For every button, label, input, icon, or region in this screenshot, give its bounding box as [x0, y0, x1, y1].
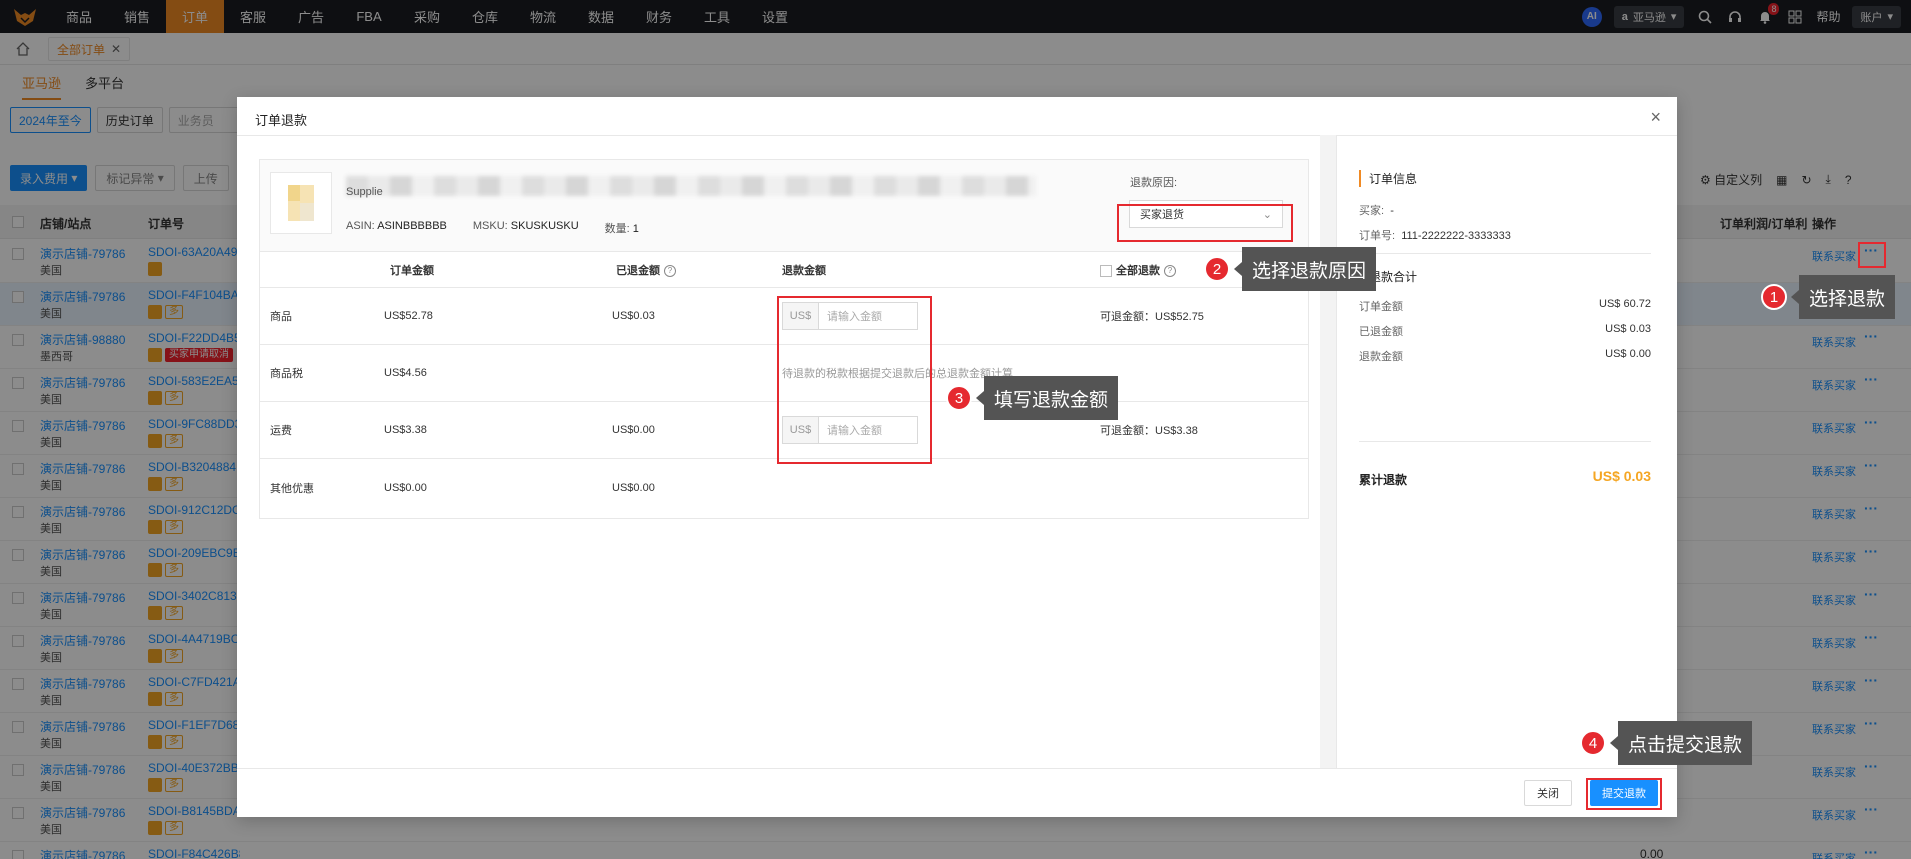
- asin-label: ASIN:: [346, 220, 375, 232]
- summary-value: US$ 60.72: [1599, 298, 1651, 310]
- annotation-4: 4 点击提交退款: [1580, 721, 1753, 765]
- question-icon: ?: [1164, 264, 1176, 277]
- annotation-label: 点击提交退款: [1609, 721, 1753, 765]
- summary-value: US$ 0.03: [1605, 323, 1651, 335]
- buyer-value: -: [1390, 205, 1394, 217]
- modal-footer: 关闭 提交退款: [237, 768, 1677, 817]
- summary-label: 订单金额: [1359, 301, 1403, 313]
- row-label: 商品: [270, 311, 292, 323]
- refund-table-header: 订单金额 已退金额? 退款金额 全部退款?: [260, 252, 1308, 288]
- order-summary-panel: 订单信息 买家: - 订单号: 111-2222222-3333333 退款合计…: [1336, 135, 1677, 768]
- annotation-label: 填写退款金额: [975, 376, 1119, 420]
- buyer-row: 买家: -: [1359, 202, 1651, 218]
- buyer-label: 买家:: [1359, 205, 1385, 217]
- product-name-blurred: [346, 176, 1036, 196]
- annotation-label: 选择退款原因: [1233, 247, 1377, 291]
- qty-value: 1: [632, 223, 639, 235]
- order-no-row: 订单号: 111-2222222-3333333: [1359, 227, 1651, 243]
- order-amount: US$0.00: [384, 481, 427, 494]
- full-refund-label: 全部退款: [1116, 264, 1160, 277]
- row-label: 其他优惠: [270, 482, 314, 495]
- msku-value: SKUSKUSKU: [510, 220, 579, 232]
- order-no-value: 111-2222222-3333333: [1401, 230, 1511, 242]
- close-icon[interactable]: ×: [1650, 107, 1661, 128]
- summary-label: 已退金额: [1359, 326, 1403, 338]
- available-amount: 可退金额：US$52.75: [1100, 311, 1204, 323]
- order-no-label: 订单号:: [1359, 230, 1396, 242]
- highlight-amount-inputs: [777, 296, 932, 464]
- qty-label: 数量:: [604, 223, 630, 235]
- annotation-number: 3: [946, 385, 972, 411]
- order-amount: US$4.56: [384, 367, 427, 379]
- annotation-label: 选择退款: [1790, 275, 1896, 319]
- annotation-3: 3 填写退款金额: [946, 376, 1119, 420]
- divider: [1359, 253, 1651, 254]
- refunded-amount: US$0.00: [612, 481, 655, 494]
- col-order-amount: 订单金额: [390, 264, 434, 277]
- qty-field: 数量: 1: [605, 220, 639, 236]
- product-title-fragment: Supplie: [346, 186, 383, 198]
- annotation-number: 2: [1204, 256, 1230, 282]
- question-icon: ?: [664, 264, 676, 277]
- product-meta: ASIN: ASINBBBBBB MSKU: SKUSKUSKU 数量: 1: [346, 220, 639, 236]
- col-refund-amount: 退款金额: [782, 264, 826, 277]
- asin-value: ASINBBBBBB: [377, 220, 447, 232]
- summary-refund: 退款金额 US$ 0.00: [1359, 348, 1651, 364]
- refund-modal: 订单退款 × Supplie ASIN: ASINBBBBBB MSKU: SK…: [237, 97, 1677, 817]
- annotation-2: 2 选择退款原因: [1204, 247, 1377, 291]
- scrollbar[interactable]: [1320, 135, 1336, 768]
- row-label: 商品税: [270, 368, 303, 380]
- asin-field: ASIN: ASINBBBBBB: [346, 220, 447, 236]
- highlight-reason-select: [1117, 204, 1293, 242]
- product-image: [270, 172, 332, 234]
- refunded-amount: US$0.00: [612, 424, 655, 436]
- highlight-more-button: [1858, 242, 1886, 268]
- summary-order-amount: 订单金额 US$ 60.72: [1359, 298, 1651, 314]
- summary-label: 退款金额: [1359, 351, 1403, 363]
- refund-reason-label: 退款原因:: [1130, 177, 1178, 189]
- checkbox-box: [1100, 264, 1112, 277]
- full-refund-checkbox[interactable]: 全部退款?: [1100, 262, 1176, 278]
- summary-value: US$ 0.00: [1605, 348, 1651, 360]
- col-refunded-label: 已退金额: [616, 264, 660, 277]
- msku-field: MSKU: SKUSKUSKU: [473, 220, 579, 236]
- annotation-number: 1: [1761, 284, 1787, 310]
- highlight-submit-button: [1586, 778, 1662, 810]
- msku-label: MSKU:: [472, 220, 508, 232]
- order-amount: US$3.38: [384, 424, 427, 436]
- total-refund-label: 累计退款: [1359, 473, 1408, 487]
- refund-row: 其他优惠 US$0.00 US$0.00: [260, 459, 1308, 516]
- order-amount: US$52.78: [384, 310, 433, 322]
- total-refund-value: US$ 0.03: [1592, 468, 1651, 484]
- row-label: 运费: [270, 425, 292, 437]
- order-info-title: 订单信息: [1359, 170, 1417, 187]
- annotation-number: 4: [1580, 730, 1606, 756]
- summary-refunded: 已退金额 US$ 0.03: [1359, 323, 1651, 339]
- available-amount: 可退金额：US$3.38: [1100, 425, 1198, 437]
- annotation-1: 1 选择退款: [1761, 275, 1896, 319]
- divider: [1359, 441, 1651, 442]
- modal-title: 订单退款: [255, 113, 308, 128]
- col-refunded: 已退金额?: [616, 262, 676, 278]
- refunded-amount: US$0.03: [612, 310, 655, 322]
- close-button[interactable]: 关闭: [1524, 780, 1572, 806]
